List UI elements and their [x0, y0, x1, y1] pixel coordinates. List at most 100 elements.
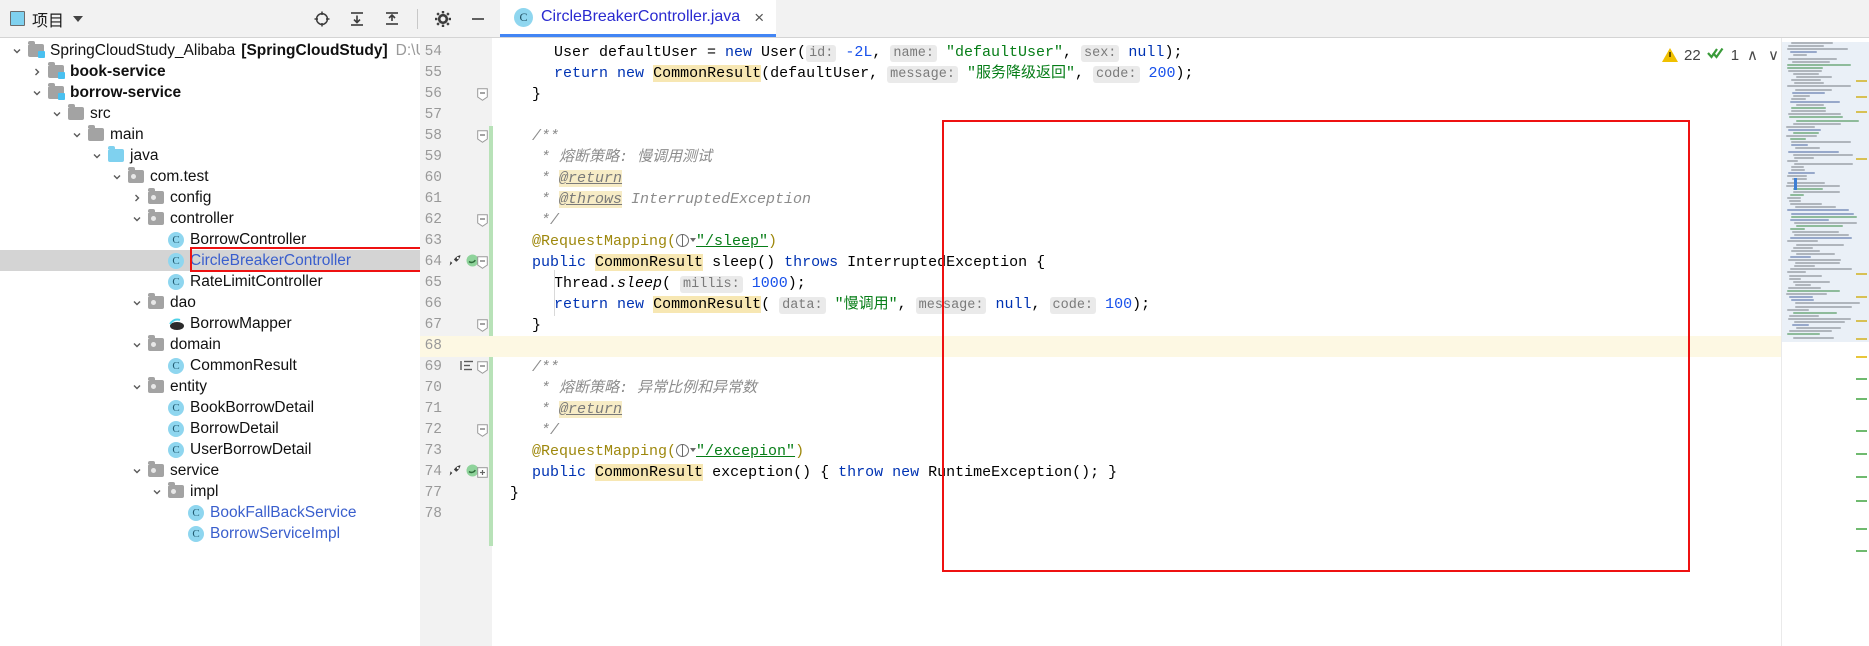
fold-collapse-icon[interactable] — [476, 315, 489, 336]
gutter-icons[interactable] — [460, 357, 474, 378]
chevron-down-icon[interactable] — [128, 298, 146, 308]
minimap-problem-marker[interactable] — [1856, 398, 1867, 400]
chevron-down-icon[interactable] — [128, 382, 146, 392]
code-token: public — [532, 464, 587, 481]
code-token: throw — [838, 464, 884, 481]
url-mapping-globe-icon[interactable] — [676, 443, 697, 460]
run-icon[interactable] — [448, 253, 463, 273]
tree-node-borrow[interactable]: borrow-service — [0, 82, 420, 103]
fold-expand-icon[interactable] — [476, 462, 489, 483]
tree-node-borrowsvc[interactable]: C BorrowServiceImpl — [0, 523, 420, 544]
tree-node-label: RateLimitController — [190, 273, 323, 290]
chevron-down-icon[interactable] — [128, 340, 146, 350]
tab-circlebreakercontroller[interactable]: C CircleBreakerController.java × — [500, 0, 777, 37]
minimap-problem-marker[interactable] — [1856, 528, 1867, 530]
tree-node-borrowdet[interactable]: C BorrowDetail — [0, 418, 420, 439]
chevron-down-icon[interactable] — [73, 15, 84, 22]
fold-collapse-icon[interactable] — [476, 357, 489, 378]
minimap-problem-marker[interactable] — [1856, 378, 1867, 380]
code-token: User( — [752, 44, 807, 61]
collapse-all-icon[interactable] — [382, 9, 402, 29]
tree-node-book[interactable]: book-service — [0, 61, 420, 82]
chevron-down-icon[interactable] — [148, 487, 166, 497]
editor-gutter[interactable]: 54 55 56 57 58 59 60 61 62 63 64 65 66 67 68 69 70 71 72 73… — [420, 38, 493, 646]
close-icon[interactable]: × — [754, 9, 764, 26]
tree-node-ratectl[interactable]: C RateLimitController — [0, 271, 420, 292]
fold-collapse-icon[interactable] — [476, 252, 489, 273]
format-marker-icon[interactable] — [460, 359, 474, 377]
code-token: @RequestMapping( — [532, 443, 677, 460]
tree-node-commonresult[interactable]: C CommonResult — [0, 355, 420, 376]
settings-gear-icon[interactable] — [433, 9, 453, 29]
toolbar-divider — [417, 8, 418, 29]
minimap-problem-marker[interactable] — [1856, 550, 1867, 552]
chevron-down-icon[interactable] — [28, 88, 46, 98]
code-content[interactable]: User defaultUser = new User(id: -2L, nam… — [492, 38, 1869, 646]
locate-target-icon[interactable] — [312, 9, 332, 29]
fold-collapse-icon[interactable] — [476, 210, 489, 231]
code-token: ); — [787, 275, 806, 292]
code-line: public CommonResult exception() { throw … — [532, 462, 1117, 483]
chevron-down-icon[interactable] — [128, 466, 146, 476]
tree-node-config[interactable]: config — [0, 187, 420, 208]
minimap-problem-marker[interactable] — [1856, 356, 1867, 358]
project-toolwindow-title[interactable]: 项目 — [10, 7, 84, 31]
minimap-viewport[interactable] — [1782, 42, 1869, 342]
tree-node-bookfall[interactable]: C BookFallBackService — [0, 502, 420, 523]
inspection-widget[interactable]: 22 1 ∧ ∨ — [1662, 46, 1781, 64]
tree-node-circlectl[interactable]: C CircleBreakerController — [0, 250, 420, 271]
tree-node-impl[interactable]: impl — [0, 481, 420, 502]
code-token: throws — [784, 254, 839, 271]
code-token: } — [532, 317, 542, 334]
project-tree[interactable]: SpringCloudStudy_Alibaba [SpringCloudStud… — [0, 38, 420, 646]
chevron-down-icon[interactable] — [128, 214, 146, 224]
chevron-down-icon[interactable] — [68, 130, 86, 140]
fold-collapse-icon[interactable] — [476, 420, 489, 441]
idea-window: 项目 C CircleBreakerController.java × Spri… — [0, 0, 1869, 646]
tree-node-controller[interactable]: controller — [0, 208, 420, 229]
tree-node-label: main — [110, 126, 144, 143]
tree-node-comtest[interactable]: com.test — [0, 166, 420, 187]
next-problem-icon[interactable]: ∨ — [1766, 46, 1781, 64]
code-minimap[interactable] — [1781, 38, 1869, 646]
line-number: 59 — [424, 149, 442, 165]
minimap-problem-marker[interactable] — [1856, 500, 1867, 502]
line-number: 58 — [424, 128, 442, 144]
tree-node-java[interactable]: java — [0, 145, 420, 166]
toolwindow-toolbar — [312, 8, 500, 29]
line-number: 74 — [424, 464, 442, 480]
chevron-down-icon[interactable] — [8, 46, 26, 56]
chevron-down-icon[interactable] — [48, 109, 66, 119]
tree-node-mainfolder[interactable]: main — [0, 124, 420, 145]
tree-node-src[interactable]: src — [0, 103, 420, 124]
tree-node-bookborrow[interactable]: C BookBorrowDetail — [0, 397, 420, 418]
code-token: "慢调用" — [834, 296, 898, 313]
chevron-right-icon[interactable] — [28, 67, 46, 77]
minimap-problem-marker[interactable] — [1856, 453, 1867, 455]
tree-node-borrowctl[interactable]: C BorrowController — [0, 229, 420, 250]
run-icon[interactable] — [448, 463, 463, 483]
code-token: */ — [532, 422, 560, 439]
minimap-problem-marker[interactable] — [1856, 430, 1867, 432]
tree-node-root[interactable]: SpringCloudStudy_Alibaba [SpringCloudStud… — [0, 40, 420, 61]
tree-node-dao[interactable]: dao — [0, 292, 420, 313]
chevron-down-icon[interactable] — [108, 172, 126, 182]
tree-node-userborrow[interactable]: C UserBorrowDetail — [0, 439, 420, 460]
tree-node-entity[interactable]: entity — [0, 376, 420, 397]
fold-collapse-icon[interactable] — [476, 126, 489, 147]
tree-node-service[interactable]: service — [0, 460, 420, 481]
chevron-down-icon[interactable] — [88, 151, 106, 161]
tree-node-borrowmap[interactable]: BorrowMapper — [0, 313, 420, 334]
prev-problem-icon[interactable]: ∧ — [1745, 46, 1760, 64]
url-mapping-globe-icon[interactable] — [676, 233, 697, 250]
tree-node-label: controller — [170, 210, 234, 227]
code-editor[interactable]: 54 55 56 57 58 59 60 61 62 63 64 65 66 67 68 69 70 71 72 73… — [420, 38, 1869, 646]
fold-collapse-icon[interactable] — [476, 84, 489, 105]
hide-toolwindow-icon[interactable] — [468, 9, 488, 29]
chevron-right-icon[interactable] — [128, 193, 146, 203]
code-line: /** — [532, 357, 559, 378]
tree-node-domain[interactable]: domain — [0, 334, 420, 355]
expand-all-icon[interactable] — [347, 9, 367, 29]
code-line: return new CommonResult(defaultUser, mes… — [554, 63, 1194, 84]
minimap-problem-marker[interactable] — [1856, 476, 1867, 478]
